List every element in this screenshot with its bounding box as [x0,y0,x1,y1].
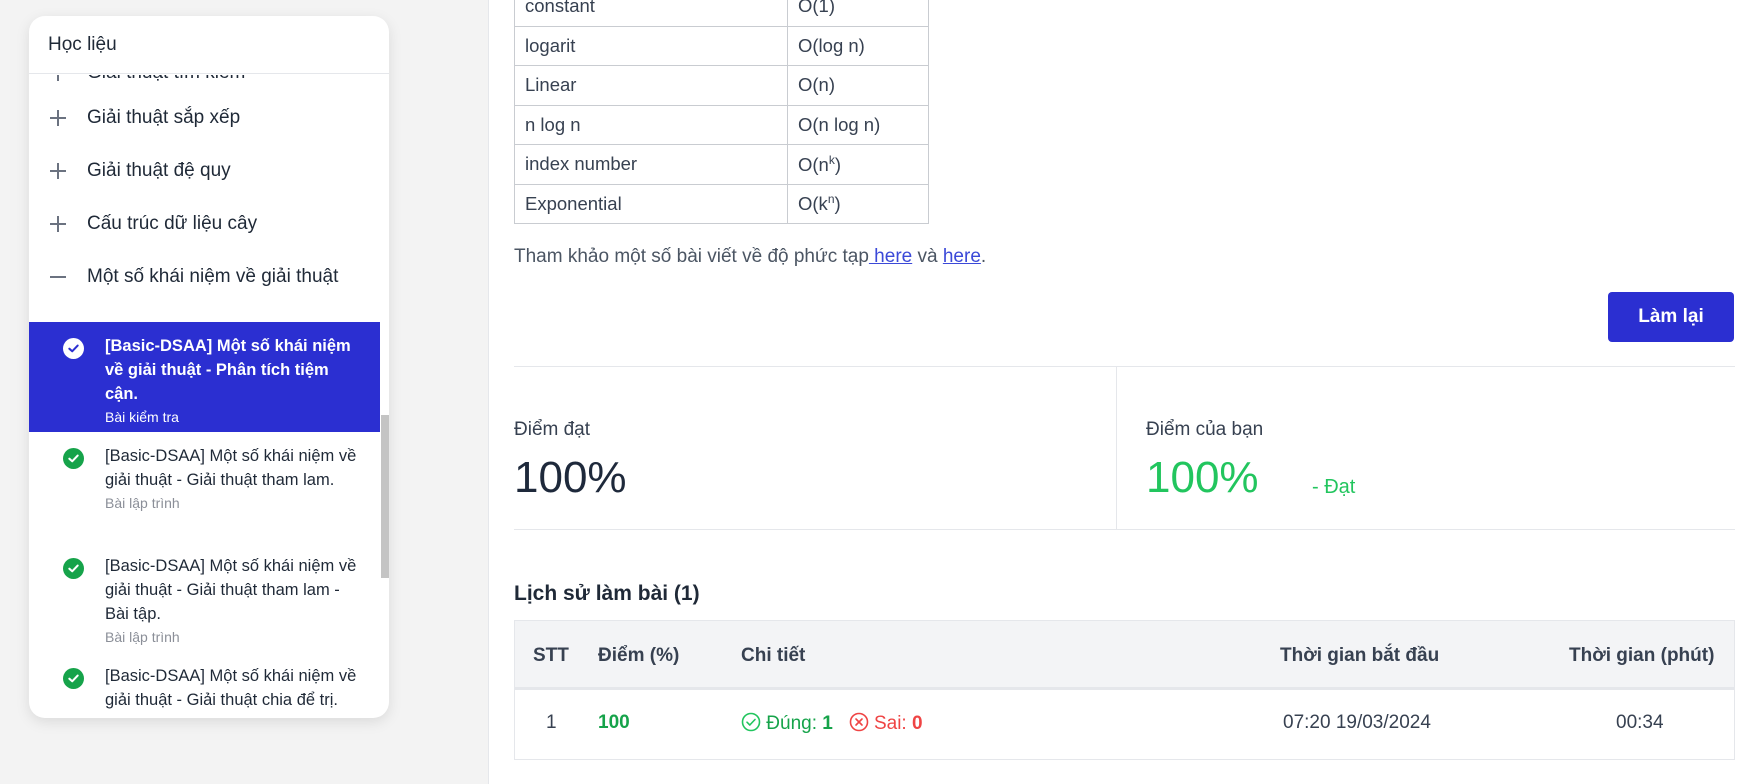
correct-label: Đúng: [766,713,817,734]
your-score-value: 100% [1146,453,1259,502]
lesson-item[interactable]: [Basic-DSAA] Một số khái niệm về giải th… [29,432,380,542]
learning-materials-sidebar: Học liệu Giải thuật tìm kiếm Giải thuật … [29,16,389,718]
complexity-name: Linear [514,65,788,106]
collapse-icon [49,268,67,286]
table-row: 1 100 Đúng: 1 Sai: 0 07:20 19/03/2024 00… [515,690,1734,758]
reference-joiner: và [917,246,938,267]
complexity-table: constant O(1) logarit O(log n) Linear O(… [514,0,929,224]
topic-label: Cấu trúc dữ liệu cây [87,213,258,234]
redo-button[interactable]: Làm lại [1608,292,1734,342]
topic-recursion[interactable]: Giải thuật đệ quy [29,149,384,193]
history-title: Lịch sử làm bài (1) [514,582,700,605]
complexity-name: n log n [514,104,788,145]
reference-end: . [980,246,987,267]
correct-count: 1 [822,713,833,734]
table-row: constant O(1) [514,0,929,27]
col-score: Điểm (%) [598,645,680,666]
lesson-title: [Basic-DSAA] Một số khái niệm về giải th… [105,447,357,489]
x-circle-icon [849,712,868,732]
notation-exponent: n [827,192,835,207]
row-score: 100 [598,712,630,733]
notation-end: ) [834,153,842,175]
check-circle-icon [63,338,84,359]
complexity-notation: O(1) [787,0,929,27]
row-detail: Đúng: 1 Sai: 0 [741,712,923,735]
topic-algorithm-concepts[interactable]: Một số khái niệm về giải thuật [29,255,384,299]
scrollbar-thumb[interactable] [381,415,389,578]
topic-tree-structures[interactable]: Cấu trúc dữ liệu cây [29,202,384,246]
lesson-type: Bài lập trình [105,495,180,511]
table-row: index number O(nk) [514,144,929,185]
sidebar-list: Giải thuật tìm kiếm Giải thuật sắp xếp G… [29,75,389,718]
table-row: logarit O(log n) [514,25,929,66]
table-header: STT Điểm (%) Chi tiết Thời gian bắt đầu … [515,621,1734,690]
expand-icon [49,75,67,82]
complexity-name: constant [514,0,788,27]
col-stt: STT [533,645,569,666]
reference-link-2[interactable]: here [943,246,981,267]
complexity-notation: O(kn) [787,183,929,224]
expand-icon [49,162,67,180]
topic-label: Giải thuật đệ quy [87,160,231,181]
sidebar-scrollbar[interactable] [381,75,389,718]
lesson-item-active[interactable]: [Basic-DSAA] Một số khái niệm về giải th… [29,322,380,432]
main-content: constant O(1) logarit O(log n) Linear O(… [488,0,1755,784]
lesson-item[interactable]: [Basic-DSAA] Một số khái niệm về giải th… [29,652,380,718]
your-score-label: Điểm của bạn [1146,419,1264,440]
lesson-type: Bài kiểm tra [105,409,179,425]
topic-label: Giải thuật tìm kiếm [87,75,245,84]
col-duration: Thời gian (phút) [1569,645,1715,666]
lesson-title: [Basic-DSAA] Một số khái niệm về giải th… [105,667,357,709]
expand-icon [49,215,67,233]
row-duration: 00:34 [1616,712,1664,733]
check-circle-icon [63,448,84,469]
complexity-name: Exponential [514,183,788,224]
row-stt: 1 [546,712,557,733]
lesson-item[interactable]: [Basic-DSAA] Một số khái niệm về giải th… [29,542,380,652]
table-row: n log n O(n log n) [514,104,929,145]
table-row: Linear O(n) [514,65,929,106]
wrong-label: Sai: [873,713,907,734]
notation-end: ) [834,193,841,215]
row-start-time: 07:20 19/03/2024 [1283,712,1431,733]
reference-link-1[interactable]: here [869,246,912,267]
required-score-label: Điểm đạt [514,419,591,440]
lesson-title: [Basic-DSAA] Một số khái niệm về giải th… [105,337,351,403]
notation-base: O(k [798,193,828,215]
history-table: STT Điểm (%) Chi tiết Thời gian bắt đầu … [514,620,1735,760]
complexity-notation: O(n) [787,65,929,106]
topic-label: Một số khái niệm về giải thuật [87,266,339,287]
reference-text: Tham khảo một số bài viết về độ phức tạp… [514,246,986,268]
lesson-title: [Basic-DSAA] Một số khái niệm về giải th… [105,557,357,623]
notation-base: O(n [798,153,829,175]
pass-status: - Đạt [1312,476,1356,498]
check-circle-icon [63,668,84,689]
lesson-type: Bài lập trình [105,629,180,645]
col-start-time: Thời gian bắt đầu [1280,645,1440,666]
check-circle-icon [741,712,761,732]
required-score-value: 100% [514,453,627,502]
complexity-name: logarit [514,25,788,66]
complexity-notation: O(n log n) [787,104,929,145]
score-summary: Điểm đạt 100% Điểm của bạn 100% - Đạt [514,366,1735,530]
expand-icon [49,109,67,127]
topic-sorting-algorithms[interactable]: Giải thuật sắp xếp [29,96,384,140]
wrong-count: 0 [912,713,923,734]
complexity-name: index number [514,144,788,185]
sidebar-title: Học liệu [29,16,389,74]
check-circle-icon [63,558,84,579]
complexity-notation: O(log n) [787,25,929,66]
topic-label: Giải thuật sắp xếp [87,107,241,128]
topic-search-algorithms[interactable]: Giải thuật tìm kiếm [29,75,384,95]
table-row: Exponential O(kn) [514,183,929,224]
complexity-notation: O(nk) [787,144,929,185]
divider [1116,367,1117,529]
reference-label: Tham khảo một số bài viết về độ phức tạp [514,246,869,267]
col-detail: Chi tiết [741,645,806,666]
